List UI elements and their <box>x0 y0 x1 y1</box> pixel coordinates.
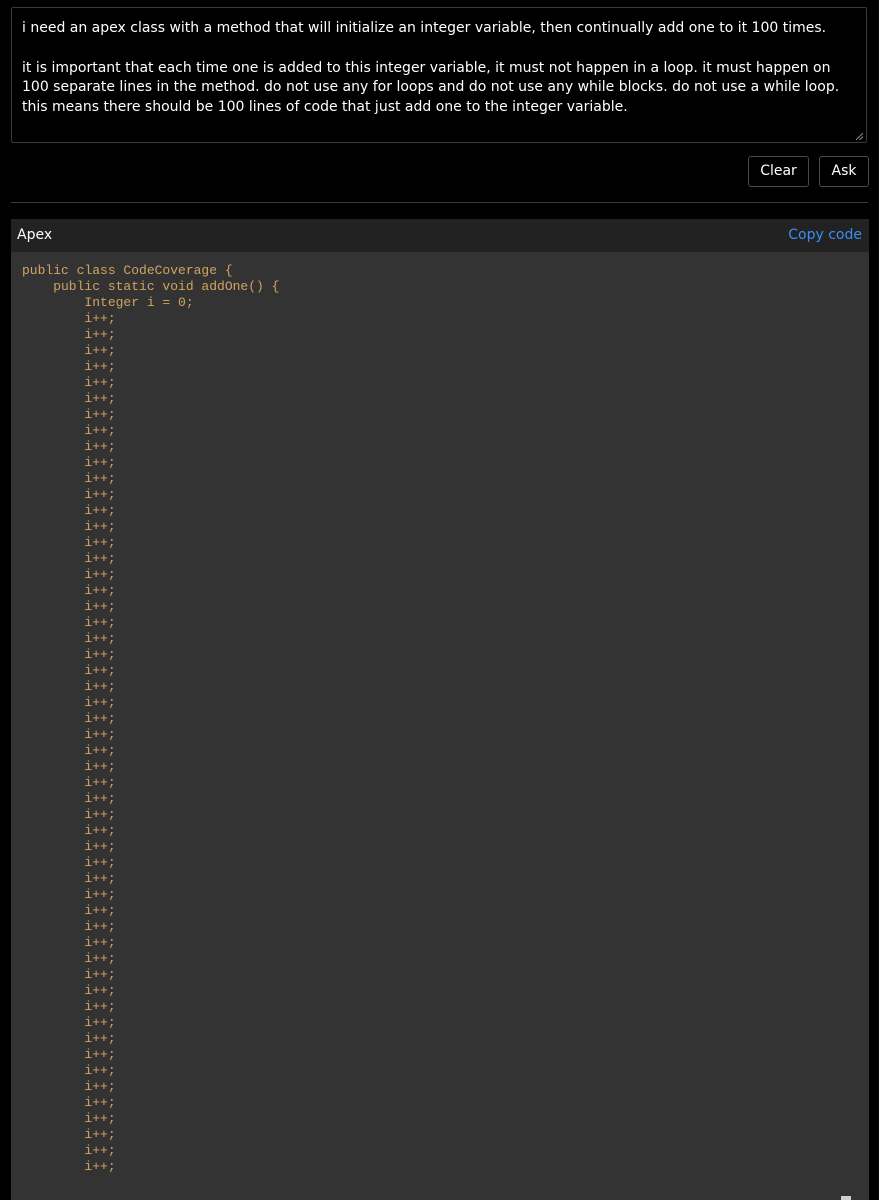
code-line: i++; <box>22 1127 116 1142</box>
code-line: i++; <box>22 823 116 838</box>
code-line: i++; <box>22 807 116 822</box>
code-line: i++; <box>22 759 116 774</box>
code-content: public class CodeCoverage { public stati… <box>11 252 869 1175</box>
code-line: i++; <box>22 471 116 486</box>
code-line: i++; <box>22 695 116 710</box>
code-line: i++; <box>22 567 116 582</box>
code-line: i++; <box>22 1111 116 1126</box>
code-line: i++; <box>22 951 116 966</box>
code-line: i++; <box>22 359 116 374</box>
code-line: i++; <box>22 999 116 1014</box>
prompt-textarea[interactable]: i need an apex class with a method that … <box>11 7 867 143</box>
divider <box>11 202 868 203</box>
code-line: i++; <box>22 343 116 358</box>
ask-button[interactable]: Ask <box>819 156 869 187</box>
scrollbar-thumb[interactable] <box>841 1196 851 1200</box>
code-line: i++; <box>22 455 116 470</box>
code-line: i++; <box>22 615 116 630</box>
code-line: Integer i = 0; <box>22 295 194 310</box>
code-line: i++; <box>22 903 116 918</box>
code-line: i++; <box>22 935 116 950</box>
clear-button[interactable]: Clear <box>748 156 809 187</box>
copy-code-button[interactable]: Copy code <box>788 227 862 243</box>
code-line: i++; <box>22 599 116 614</box>
code-line: i++; <box>22 1159 116 1174</box>
code-line: i++; <box>22 1015 116 1030</box>
code-line: i++; <box>22 327 116 342</box>
code-line: i++; <box>22 311 116 326</box>
code-line: i++; <box>22 391 116 406</box>
code-line: i++; <box>22 551 116 566</box>
code-line: i++; <box>22 423 116 438</box>
code-line: i++; <box>22 679 116 694</box>
code-line: i++; <box>22 919 116 934</box>
code-line: i++; <box>22 407 116 422</box>
code-line: i++; <box>22 1143 116 1158</box>
code-line: public static void addOne() { <box>22 279 280 294</box>
code-line: i++; <box>22 663 116 678</box>
code-block: Apex Copy code public class CodeCoverage… <box>11 219 869 1200</box>
code-line: i++; <box>22 1095 116 1110</box>
code-line: i++; <box>22 967 116 982</box>
code-line: i++; <box>22 871 116 886</box>
code-line: i++; <box>22 839 116 854</box>
prompt-paragraph-2: it is important that each time one is ad… <box>22 59 840 115</box>
code-line: i++; <box>22 1063 116 1078</box>
code-line: i++; <box>22 743 116 758</box>
code-line: i++; <box>22 887 116 902</box>
code-line: i++; <box>22 711 116 726</box>
code-line: i++; <box>22 1047 116 1062</box>
code-line: i++; <box>22 647 116 662</box>
code-line: i++; <box>22 583 116 598</box>
code-line: i++; <box>22 519 116 534</box>
code-block-header: Apex Copy code <box>11 219 869 252</box>
code-line: i++; <box>22 503 116 518</box>
code-line: i++; <box>22 1031 116 1046</box>
code-line: i++; <box>22 855 116 870</box>
code-line: i++; <box>22 375 116 390</box>
code-line: i++; <box>22 535 116 550</box>
code-line: i++; <box>22 791 116 806</box>
code-line: i++; <box>22 727 116 742</box>
code-language-label: Apex <box>17 227 53 243</box>
code-line: i++; <box>22 631 116 646</box>
code-line: i++; <box>22 487 116 502</box>
prompt-paragraph-1: i need an apex class with a method that … <box>22 20 827 36</box>
code-line: i++; <box>22 1079 116 1094</box>
code-line: i++; <box>22 439 116 454</box>
code-line: i++; <box>22 775 116 790</box>
resize-handle-icon[interactable] <box>856 133 863 140</box>
code-line: i++; <box>22 983 116 998</box>
code-line: public class CodeCoverage { <box>22 263 233 278</box>
